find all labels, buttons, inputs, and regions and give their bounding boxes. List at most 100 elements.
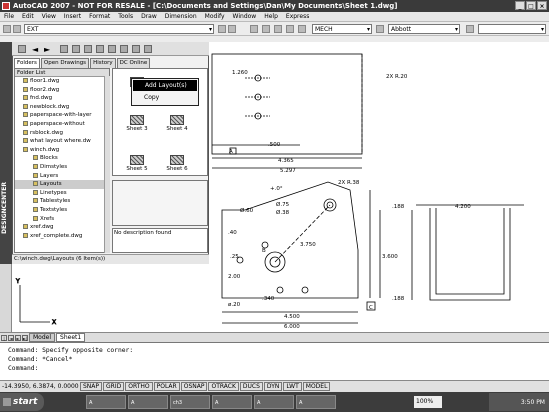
spell-icon[interactable] (298, 25, 306, 33)
dyn-toggle[interactable]: DYN (263, 382, 283, 391)
command-window[interactable]: Command: Specify opposite corner: Comman… (0, 342, 549, 379)
table-style-icon[interactable] (466, 25, 474, 33)
layout-thumb[interactable]: Sheet 4 (157, 115, 197, 132)
text-style-icon[interactable] (250, 25, 258, 33)
taskbar-item[interactable]: A (254, 395, 294, 409)
text-style-dropdown[interactable]: MECH (312, 24, 372, 34)
load-icon[interactable] (18, 45, 26, 53)
add-layouts-menu-item[interactable]: Add Layout(s) (133, 80, 197, 91)
tab-open-drawings[interactable]: Open Drawings (40, 58, 90, 68)
tree-scrollbar[interactable] (104, 76, 110, 253)
copy-menu-item[interactable]: Copy (132, 92, 198, 103)
tree-item[interactable]: fnd.dwg (15, 94, 109, 103)
multiline-text-icon[interactable] (262, 25, 270, 33)
tree-item[interactable]: paperspace-with-layer (15, 111, 109, 120)
layout-thumb[interactable]: Sheet 3 (117, 115, 157, 132)
menu-format[interactable]: Format (85, 13, 114, 20)
menu-window[interactable]: Window (229, 13, 261, 20)
tree-item[interactable]: Tablestyles (15, 197, 109, 206)
layer-state-icon[interactable] (13, 25, 21, 33)
ortho-toggle[interactable]: ORTHO (125, 382, 153, 391)
tree-item[interactable]: rsblock.dwg (15, 129, 109, 138)
layer-manager-icon[interactable] (3, 25, 11, 33)
tab-sheet1[interactable]: Sheet1 (56, 333, 86, 342)
tree-item[interactable]: newblock.dwg (15, 103, 109, 112)
menu-help[interactable]: Help (260, 13, 282, 20)
taskbar-item[interactable]: A (212, 395, 252, 409)
tab-dc-online[interactable]: DC Online (116, 58, 151, 68)
layout-thumb[interactable]: Sheet 6 (157, 155, 197, 172)
snap-toggle[interactable]: SNAP (80, 382, 103, 391)
osnap-toggle[interactable]: OSNAP (180, 382, 208, 391)
tree-item[interactable]: Linetypes (15, 189, 109, 198)
clock[interactable]: 3:50 PM (521, 399, 545, 406)
model-toggle[interactable]: MODEL (302, 382, 331, 391)
tree-item[interactable]: Layers (15, 172, 109, 181)
taskbar-item[interactable]: ch3 (170, 395, 210, 409)
menu-insert[interactable]: Insert (60, 13, 85, 20)
tree-item[interactable]: xref_complete.dwg (15, 232, 109, 241)
up-icon[interactable] (60, 45, 68, 53)
otrack-toggle[interactable]: OTRACK (208, 382, 239, 391)
edit-text-icon[interactable] (274, 25, 282, 33)
menu-edit[interactable]: Edit (18, 13, 38, 20)
menu-draw[interactable]: Draw (137, 13, 161, 20)
tree-item[interactable]: what layout where.dw (15, 137, 109, 146)
tree-item[interactable]: floor2.dwg (15, 86, 109, 95)
grid-toggle[interactable]: GRID (103, 382, 125, 391)
taskbar-item[interactable]: A (86, 395, 126, 409)
home-icon[interactable] (96, 45, 104, 53)
tree-item-layouts[interactable]: Layouts (15, 180, 109, 189)
find-icon[interactable] (286, 25, 294, 33)
tree-item-winch[interactable]: winch.dwg (15, 146, 109, 155)
last-tab-icon[interactable]: ►| (22, 334, 28, 341)
favorites-icon[interactable] (84, 45, 92, 53)
next-tab-icon[interactable]: ► (15, 334, 21, 341)
menu-modify[interactable]: Modify (201, 13, 229, 20)
menu-view[interactable]: View (38, 13, 60, 20)
menu-dimension[interactable]: Dimension (161, 13, 201, 20)
search-icon[interactable] (72, 45, 80, 53)
taskbar-item[interactable]: A (128, 395, 168, 409)
zoom-level[interactable]: 100% (414, 396, 442, 408)
tree-item[interactable]: floor1.dwg (15, 77, 109, 86)
table-style-dropdown[interactable] (478, 24, 546, 34)
tab-folders[interactable]: Folders (14, 58, 40, 68)
first-tab-icon[interactable]: |◄ (1, 334, 7, 346)
tab-history[interactable]: History (90, 58, 116, 68)
ducs-toggle[interactable]: DUCS (239, 382, 263, 391)
menu-tools[interactable]: Tools (114, 13, 137, 20)
dim-style-icon[interactable] (376, 25, 384, 33)
views-icon[interactable] (144, 45, 152, 53)
tab-model[interactable]: Model (29, 333, 56, 342)
designcenter-titlebar[interactable]: DESIGNCENTER (0, 42, 12, 264)
menu-express[interactable]: Express (282, 13, 313, 20)
close-button[interactable]: × (537, 1, 547, 10)
coordinate-readout[interactable]: -14.3950, 6.3874, 0.0000 (0, 383, 80, 390)
maximize-button[interactable]: □ (526, 1, 536, 10)
command-prompt[interactable]: Command: (8, 364, 541, 373)
tree-item[interactable]: xref.dwg (15, 223, 109, 232)
tree-item[interactable]: Textstyles (15, 206, 109, 215)
layout-thumb[interactable]: Sheet 5 (117, 155, 157, 172)
menu-file[interactable]: File (0, 13, 18, 20)
forward-icon[interactable]: ► (44, 45, 50, 54)
preview-icon[interactable] (120, 45, 128, 53)
polar-toggle[interactable]: POLAR (153, 382, 180, 391)
description-icon[interactable] (132, 45, 140, 53)
make-current-icon[interactable] (218, 25, 226, 33)
dim-style-dropdown[interactable]: Abbott (388, 24, 460, 34)
start-button[interactable]: start (0, 393, 44, 411)
tree-item[interactable]: paperspace-without (15, 120, 109, 129)
layer-previous-icon[interactable] (228, 25, 236, 33)
back-icon[interactable]: ◄ (32, 45, 38, 54)
prev-tab-icon[interactable]: ◄ (8, 334, 14, 341)
tree-item[interactable]: Xrefs (15, 215, 109, 224)
tree-item[interactable]: Dimstyles (15, 163, 109, 172)
lwt-toggle[interactable]: LWT (283, 382, 302, 391)
layer-dropdown[interactable]: EXT (24, 24, 214, 34)
tree-toggle-icon[interactable] (108, 45, 116, 53)
minimize-button[interactable]: _ (515, 1, 525, 10)
taskbar-item[interactable]: A (296, 395, 336, 409)
tree-item[interactable]: Blocks (15, 154, 109, 163)
